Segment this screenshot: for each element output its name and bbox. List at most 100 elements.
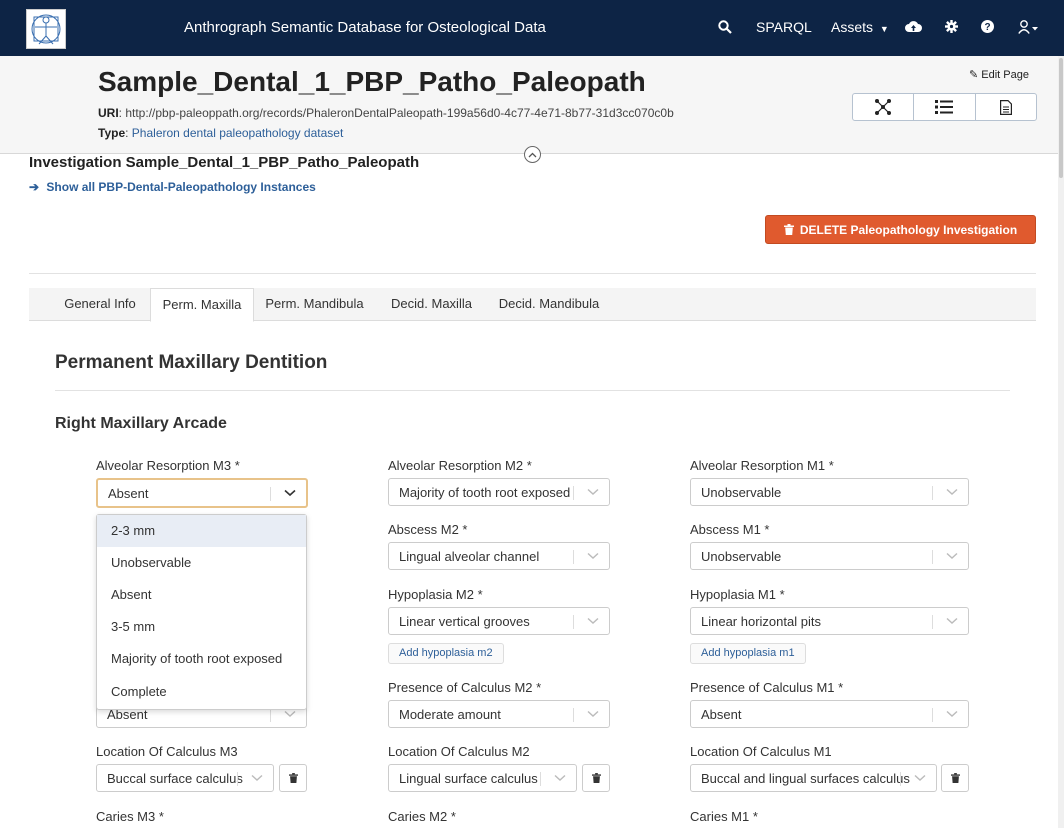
app-logo[interactable]	[26, 9, 66, 49]
abscess-m2-value: Lingual alveolar channel	[399, 549, 540, 564]
chevron-down-icon	[284, 489, 296, 497]
assets-label: Assets	[831, 19, 874, 35]
uri-label: URI	[98, 106, 119, 120]
hypoplasia-m1-label: Hypoplasia M1 *	[690, 587, 785, 602]
hypoplasia-m2-select[interactable]: Linear vertical grooves	[388, 607, 610, 635]
add-hypoplasia-m1-button[interactable]: Add hypoplasia m1	[690, 643, 806, 664]
graph-icon	[875, 99, 892, 115]
arrow-right-icon: ➔	[29, 180, 40, 194]
section-title: Permanent Maxillary Dentition	[55, 352, 328, 373]
type-label: Type	[98, 126, 126, 140]
abscess-m1-select[interactable]: Unobservable	[690, 542, 969, 570]
alveolar-resorption-m2-label: Alveolar Resorption M2 *	[388, 458, 532, 473]
user-menu-icon[interactable]	[1018, 20, 1039, 34]
tab-bar: General Info Perm. Maxilla Perm. Mandibu…	[29, 288, 1036, 322]
abscess-m2-select[interactable]: Lingual alveolar channel	[388, 542, 610, 570]
record-type-link[interactable]: Phaleron dental paleopathology dataset	[132, 126, 344, 140]
graph-view-button[interactable]	[853, 94, 915, 120]
dropdown-option[interactable]: Majority of tooth root exposed	[97, 643, 306, 675]
document-view-button[interactable]	[976, 94, 1036, 120]
chevron-down-icon	[914, 774, 926, 781]
document-icon	[999, 99, 1012, 115]
presence-of-calculus-m1-select[interactable]: Absent	[690, 700, 969, 728]
chevron-down-icon	[554, 774, 566, 781]
trash-icon	[950, 773, 960, 783]
delete-investigation-button[interactable]: DELETE Paleopathology Investigation	[765, 215, 1036, 244]
show-all-label: Show all PBP-Dental-Paleopathology Insta…	[46, 180, 316, 194]
location-of-calculus-m2-label: Location Of Calculus M2	[388, 744, 530, 759]
scrollbar-thumb[interactable]	[1059, 58, 1063, 178]
chevron-down-icon	[587, 710, 599, 717]
list-icon	[935, 100, 954, 114]
caries-m1-label: Caries M1 *	[690, 809, 758, 824]
record-uri-row: URI: http://pbp-paleoppath.org/records/P…	[98, 106, 674, 120]
chevron-down-icon	[946, 710, 958, 717]
location-of-calculus-m1-value: Buccal and lingual surfaces calculus	[701, 771, 910, 786]
edit-page-link[interactable]: ✎ Edit Page	[969, 68, 1029, 81]
location-of-calculus-m3-select[interactable]: Buccal surface calculus	[96, 764, 274, 792]
chevron-down-icon	[946, 552, 958, 559]
gear-icon[interactable]	[945, 20, 958, 33]
search-icon[interactable]	[718, 20, 732, 34]
presence-of-calculus-m1-value: Absent	[701, 707, 742, 722]
trash-icon	[591, 773, 601, 783]
hypoplasia-m2-value: Linear vertical grooves	[399, 614, 530, 629]
tab-perm-mandibula[interactable]: Perm. Mandibula	[256, 288, 373, 321]
help-icon[interactable]: ?	[981, 20, 994, 33]
record-title: Sample_Dental_1_PBP_Patho_Paleopath	[98, 66, 646, 97]
location-of-calculus-m3-label: Location Of Calculus M3	[96, 744, 238, 759]
hypoplasia-m2-label: Hypoplasia M2 *	[388, 587, 483, 602]
dropdown-option[interactable]: 2-3 mm	[97, 515, 306, 547]
collapse-header-button[interactable]	[524, 146, 541, 163]
alveolar-resorption-m1-label: Alveolar Resorption M1 *	[690, 458, 834, 473]
delete-location-m1-button[interactable]	[941, 764, 969, 792]
dropdown-option[interactable]: Unobservable	[97, 547, 306, 579]
divider	[29, 273, 1036, 274]
abscess-m1-value: Unobservable	[701, 549, 782, 564]
abscess-m2-label: Abscess M2 *	[388, 522, 468, 537]
view-toggle-group	[852, 93, 1037, 121]
pencil-icon: ✎	[969, 69, 979, 81]
tab-decid-mandibula[interactable]: Decid. Mandibula	[490, 288, 608, 321]
presence-of-calculus-m2-select[interactable]: Moderate amount	[388, 700, 610, 728]
alveolar-resorption-m1-select[interactable]: Unobservable	[690, 478, 969, 506]
chevron-down-icon	[946, 617, 958, 624]
assets-menu[interactable]: Assets ▼	[831, 19, 889, 35]
edit-page-label: Edit Page	[981, 69, 1029, 81]
alveolar-resorption-m2-select[interactable]: Majority of tooth root exposed	[388, 478, 610, 506]
dropdown-option[interactable]: Absent	[97, 579, 306, 611]
chevron-down-icon	[587, 617, 599, 624]
investigation-title: Investigation Sample_Dental_1_PBP_Patho_…	[29, 154, 420, 171]
location-of-calculus-m1-select[interactable]: Buccal and lingual surfaces calculus	[690, 764, 937, 792]
top-navbar: Anthrograph Semantic Database for Osteol…	[0, 0, 1064, 56]
delete-location-m2-button[interactable]	[582, 764, 610, 792]
tab-general-info[interactable]: General Info	[52, 288, 148, 321]
cloud-upload-icon[interactable]	[905, 20, 922, 33]
hypoplasia-m1-select[interactable]: Linear horizontal pits	[690, 607, 969, 635]
chevron-down-icon	[587, 552, 599, 559]
sparql-link[interactable]: SPARQL	[756, 19, 812, 35]
alveolar-resorption-m1-value: Unobservable	[701, 485, 782, 500]
app-title[interactable]: Anthrograph Semantic Database for Osteol…	[184, 19, 546, 36]
section-subtitle: Right Maxillary Arcade	[55, 415, 227, 432]
hypoplasia-m1-value: Linear horizontal pits	[701, 614, 821, 629]
alveolar-resorption-m3-label: Alveolar Resorption M3 *	[96, 458, 240, 473]
location-of-calculus-m3-value: Buccal surface calculus	[107, 771, 243, 786]
list-view-button[interactable]	[914, 94, 976, 120]
dropdown-option[interactable]: 3-5 mm	[97, 611, 306, 643]
abscess-m1-label: Abscess M1 *	[690, 522, 770, 537]
delete-location-m3-button[interactable]	[279, 764, 307, 792]
tab-perm-maxilla[interactable]: Perm. Maxilla	[150, 288, 254, 322]
record-type-row: Type: Phaleron dental paleopathology dat…	[98, 126, 344, 140]
svg-text:?: ?	[984, 22, 990, 33]
chevron-down-icon	[284, 710, 296, 717]
location-of-calculus-m2-select[interactable]: Lingual surface calculus	[388, 764, 577, 792]
dropdown-option[interactable]: Complete	[97, 676, 306, 708]
tab-decid-maxilla[interactable]: Decid. Maxilla	[380, 288, 483, 321]
caries-m3-label: Caries M3 *	[96, 809, 164, 824]
show-all-instances-link[interactable]: ➔ Show all PBP-Dental-Paleopathology Ins…	[29, 180, 316, 194]
trash-icon	[783, 224, 794, 235]
add-hypoplasia-m2-button[interactable]: Add hypoplasia m2	[388, 643, 504, 664]
alveolar-resorption-m3-select[interactable]: Absent	[96, 478, 308, 508]
location-of-calculus-m1-label: Location Of Calculus M1	[690, 744, 832, 759]
